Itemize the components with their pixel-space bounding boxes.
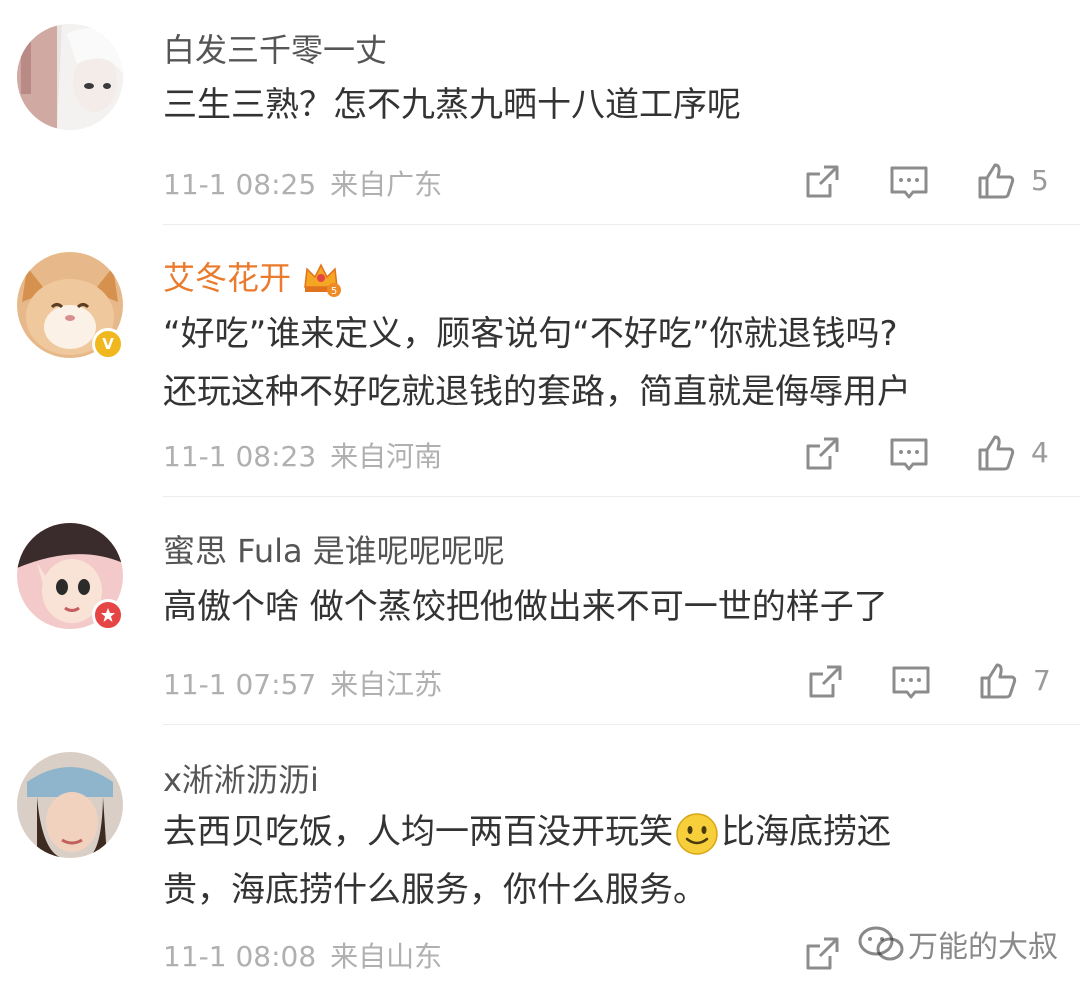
username[interactable]: 艾冬花开 5 — [163, 253, 342, 299]
timestamp: 11-1 07:57 — [163, 668, 317, 701]
divider — [163, 724, 1080, 725]
crown-level: 5 — [331, 286, 337, 297]
comment-icon[interactable] — [891, 662, 931, 702]
username[interactable]: x淅淅沥沥i — [163, 755, 319, 801]
comment-text: 三生三熟？怎不九蒸九晒十八道工序呢 — [163, 76, 1063, 134]
comment-line: 高傲个啥 做个蒸饺把他做出来不可一世的样子了 — [163, 587, 888, 627]
like-icon[interactable] — [976, 433, 1016, 473]
location: 来自广东 — [330, 168, 443, 201]
like-icon[interactable] — [976, 161, 1016, 201]
avatar[interactable] — [17, 24, 123, 130]
comment-meta: 11-1 08:25 来自广东 — [163, 163, 442, 203]
location: 来自江苏 — [330, 668, 443, 701]
comment-line: 贵，海底捞什么服务，你什么服务。 — [163, 870, 707, 910]
comment-meta: 11-1 07:57 来自江苏 — [163, 663, 442, 703]
watermark-text: 万能的大叔 — [908, 930, 1058, 965]
comment-line: “好吃”谁来定义，顾客说句“不好吃”你就退钱吗? — [163, 314, 898, 354]
share-icon[interactable] — [805, 662, 845, 702]
username[interactable]: 白发三千零一丈 — [163, 25, 387, 71]
smile-emoji-icon — [676, 812, 718, 855]
divider — [163, 496, 1080, 497]
divider — [163, 224, 1080, 225]
comment-icon[interactable] — [889, 434, 929, 474]
comment-text: 高傲个啥 做个蒸饺把他做出来不可一世的样子了 — [163, 578, 1063, 636]
share-icon[interactable] — [802, 434, 842, 474]
avatar[interactable] — [17, 752, 123, 858]
wechat-icon — [858, 926, 904, 961]
comment-line: 去西贝吃饭，人均一两百没开玩笑 比海底捞还 — [163, 803, 1063, 861]
like-count: 5 — [1031, 164, 1049, 197]
location: 来自河南 — [330, 440, 443, 473]
like-count: 4 — [1031, 436, 1049, 469]
verified-badge: V — [92, 328, 124, 360]
comment-meta: 11-1 08:08 来自山东 — [163, 935, 442, 975]
comment-text: 去西贝吃饭，人均一两百没开玩笑 比海底捞还 贵，海底捞什么服务，你什么服务。 — [163, 803, 1063, 919]
comment-text-segment: 去西贝吃饭，人均一两百没开玩笑 — [163, 812, 673, 852]
comment-line: 三生三熟？怎不九蒸九晒十八道工序呢 — [163, 85, 741, 125]
comment-text: “好吃”谁来定义，顾客说句“不好吃”你就退钱吗? 还玩这种不好吃就退钱的套路，简… — [163, 305, 1063, 421]
timestamp: 11-1 08:23 — [163, 440, 317, 473]
comment-text-segment: 比海底捞还 — [721, 812, 891, 852]
watermark: 万能的大叔 — [858, 922, 1058, 966]
location: 来自山东 — [330, 940, 443, 973]
star-icon — [101, 608, 115, 622]
username-text: 艾冬花开 — [163, 259, 292, 297]
timestamp: 11-1 08:25 — [163, 168, 317, 201]
like-icon[interactable] — [978, 661, 1018, 701]
share-icon[interactable] — [802, 162, 842, 202]
share-icon[interactable] — [802, 934, 842, 974]
crown-level-icon: 5 — [304, 263, 342, 297]
username[interactable]: 蜜思 Fula 是谁呢呢呢呢 — [163, 526, 505, 572]
comment-line: 还玩这种不好吃就退钱的套路，简直就是侮辱用户 — [163, 372, 911, 412]
verified-badge — [92, 599, 124, 631]
comment-meta: 11-1 08:23 来自河南 — [163, 435, 442, 475]
comment-icon[interactable] — [889, 162, 929, 202]
like-count: 7 — [1033, 664, 1051, 697]
timestamp: 11-1 08:08 — [163, 940, 317, 973]
